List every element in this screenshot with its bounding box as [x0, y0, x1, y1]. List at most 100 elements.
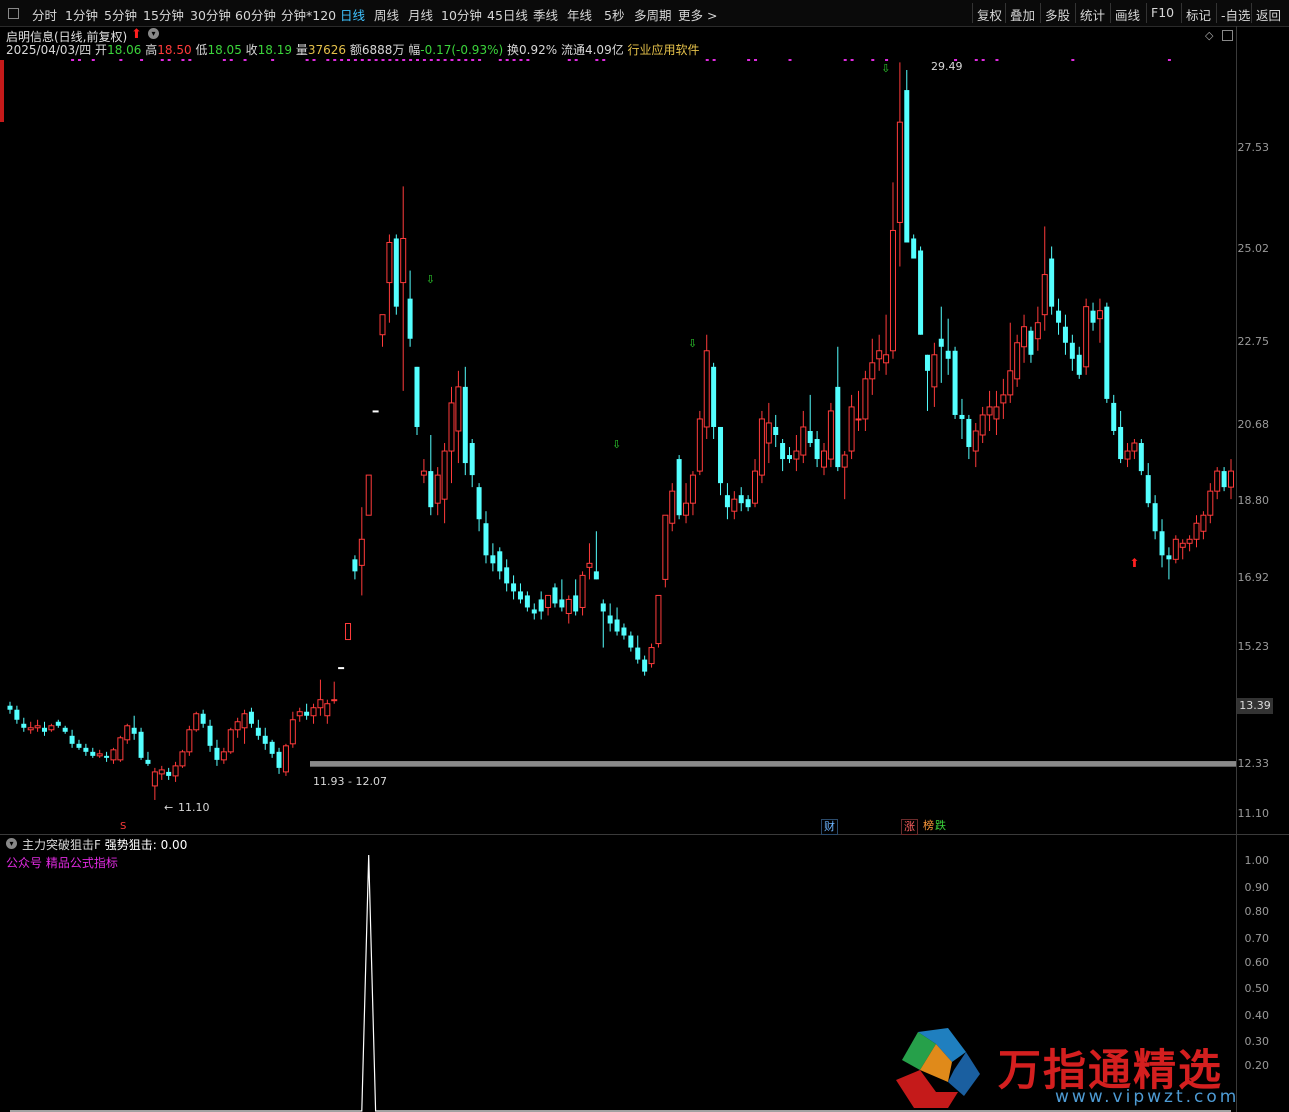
candle — [83, 743, 89, 756]
candle — [386, 234, 393, 323]
candle-body — [524, 595, 530, 608]
candle-body — [538, 599, 544, 612]
signal-dot — [71, 59, 75, 61]
candle — [1186, 535, 1193, 552]
signal-dot — [333, 59, 337, 61]
candle-body — [117, 737, 124, 761]
candle — [158, 765, 165, 780]
candle — [483, 511, 489, 564]
candle — [166, 767, 172, 780]
candle — [531, 603, 537, 620]
candle-body — [1186, 538, 1193, 544]
candle-body — [131, 727, 137, 734]
candle-body — [979, 414, 986, 436]
candle — [345, 623, 352, 641]
candle-body — [1172, 538, 1179, 560]
candle-body — [1083, 306, 1090, 368]
candle — [282, 743, 289, 776]
candle-body — [14, 709, 20, 720]
max-price-label: 29.49 — [931, 60, 963, 73]
candle — [911, 234, 917, 259]
candle — [1193, 515, 1200, 548]
sell-arrow-icon: ⇩ — [612, 438, 621, 451]
candle — [131, 715, 137, 740]
candle-body — [855, 418, 862, 421]
limit-up-badge[interactable]: 涨 — [901, 819, 918, 835]
signal-dot — [443, 59, 447, 61]
candle-body — [1104, 306, 1110, 399]
signal-dot — [526, 59, 530, 61]
candle-body — [441, 450, 448, 500]
candle — [48, 723, 55, 732]
candle-body — [262, 735, 268, 744]
signal-dot — [712, 59, 716, 61]
candle-body — [269, 741, 275, 754]
candle — [793, 435, 800, 472]
candle — [434, 467, 441, 516]
candle — [1083, 298, 1090, 375]
candle — [669, 483, 676, 532]
candle-body — [773, 426, 779, 435]
signal-dot — [305, 59, 309, 61]
support-zone-band — [310, 761, 1236, 767]
candle — [1028, 326, 1034, 363]
signal-dot — [478, 59, 482, 61]
candle-body — [676, 459, 682, 516]
candle — [504, 559, 510, 592]
candle — [352, 555, 358, 580]
candle-body — [462, 386, 468, 464]
candle — [862, 370, 869, 431]
candle — [538, 591, 544, 620]
signal-dot — [119, 59, 123, 61]
candle-body — [324, 703, 331, 717]
candle — [993, 390, 1000, 435]
candle — [220, 747, 227, 764]
signal-dot — [271, 59, 275, 61]
candle-body — [158, 769, 165, 775]
candle — [296, 707, 303, 722]
candle-body — [296, 711, 303, 717]
candle-body — [835, 386, 841, 468]
candlestick-chart[interactable]: ⇩ ⇩ ⇩ ⇩ ⬆ ← — [0, 0, 1289, 834]
candle-body — [986, 406, 993, 416]
candle — [1096, 298, 1103, 343]
candle — [76, 739, 82, 750]
candle — [952, 346, 958, 419]
candle — [304, 703, 310, 720]
signal-dot — [188, 59, 192, 61]
candle — [110, 747, 117, 764]
candle — [14, 705, 20, 724]
candle-body — [938, 338, 944, 347]
signal-dot — [312, 59, 316, 61]
candle — [814, 430, 820, 468]
candle-body — [186, 729, 193, 753]
candle-body — [1062, 326, 1068, 343]
s-marker-badge[interactable]: S — [118, 820, 128, 834]
candle-body — [1138, 443, 1144, 472]
candle — [1034, 306, 1041, 351]
candle-body — [1214, 470, 1221, 492]
candle — [428, 435, 434, 516]
candle-body — [1152, 503, 1158, 532]
candle — [289, 711, 296, 748]
candle — [883, 314, 890, 375]
signal-dot — [402, 59, 406, 61]
candle — [1179, 539, 1186, 560]
candle-body — [662, 514, 669, 580]
candle — [455, 370, 462, 464]
candle-body — [483, 523, 489, 556]
candle-body — [124, 725, 131, 741]
candle — [738, 487, 744, 512]
indicator-tick-label: 1.00 — [1244, 854, 1270, 867]
candle-body — [220, 751, 227, 761]
fall-badge[interactable]: 跌 — [935, 819, 946, 833]
candle-body — [104, 755, 110, 758]
dragon-tiger-badge[interactable]: 榜 — [923, 819, 934, 833]
finance-badge[interactable]: 财 — [821, 819, 838, 835]
candle-body — [27, 727, 34, 731]
candle — [745, 495, 751, 512]
candle-body — [1118, 426, 1124, 460]
signal-dot — [498, 59, 502, 61]
candle-body — [358, 538, 365, 566]
candle — [938, 306, 944, 383]
